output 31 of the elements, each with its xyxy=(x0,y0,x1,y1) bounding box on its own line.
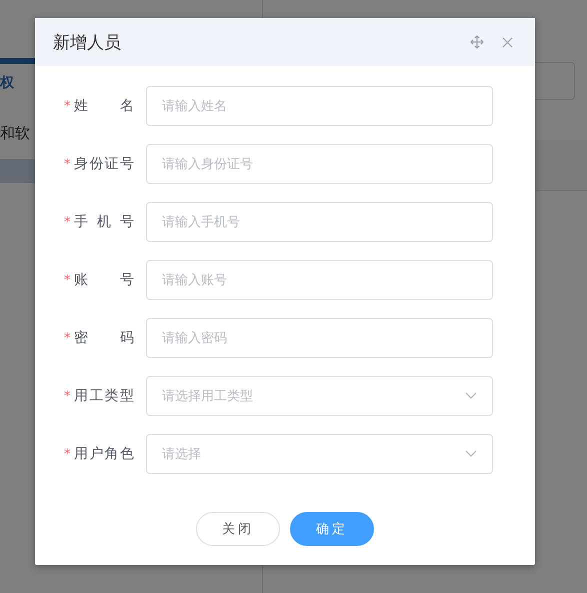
field-label: 用工类型 xyxy=(74,387,134,405)
dialog-title: 新增人员 xyxy=(53,32,122,54)
input-field[interactable]: 请输入身份证号 xyxy=(146,144,493,184)
field-label: 手机号 xyxy=(74,213,134,231)
placeholder-text: 请选择用工类型 xyxy=(162,388,253,405)
required-mark: * xyxy=(64,214,72,230)
confirm-button[interactable]: 确定 xyxy=(290,512,374,546)
required-mark: * xyxy=(64,330,72,346)
required-mark: * xyxy=(64,98,72,114)
field-label: 用户角色 xyxy=(74,445,134,463)
input-field[interactable]: 请输入手机号 xyxy=(146,202,493,242)
required-mark: * xyxy=(64,388,72,404)
select-field[interactable]: 请选择用工类型 xyxy=(146,376,493,416)
input-field[interactable]: 请输入密码 xyxy=(146,318,493,358)
field-label: 姓名 xyxy=(74,97,134,115)
required-mark: * xyxy=(64,156,72,172)
field-label: 身份证号 xyxy=(74,155,134,173)
close-button[interactable]: 关闭 xyxy=(196,512,280,546)
placeholder-text: 请选择 xyxy=(162,446,201,463)
move-icon[interactable] xyxy=(470,35,484,49)
select-field[interactable]: 请选择 xyxy=(146,434,493,474)
field-label: 账号 xyxy=(74,271,134,289)
row-text: 和软 xyxy=(0,124,31,143)
required-mark: * xyxy=(64,446,72,462)
input-field[interactable]: 请输入账号 xyxy=(146,260,493,300)
close-icon[interactable] xyxy=(502,36,513,48)
field-label: 密码 xyxy=(74,329,134,347)
chevron-down-icon xyxy=(465,450,477,458)
input-field[interactable]: 请输入姓名 xyxy=(146,86,493,126)
chevron-down-icon xyxy=(465,392,477,400)
required-mark: * xyxy=(64,272,72,288)
